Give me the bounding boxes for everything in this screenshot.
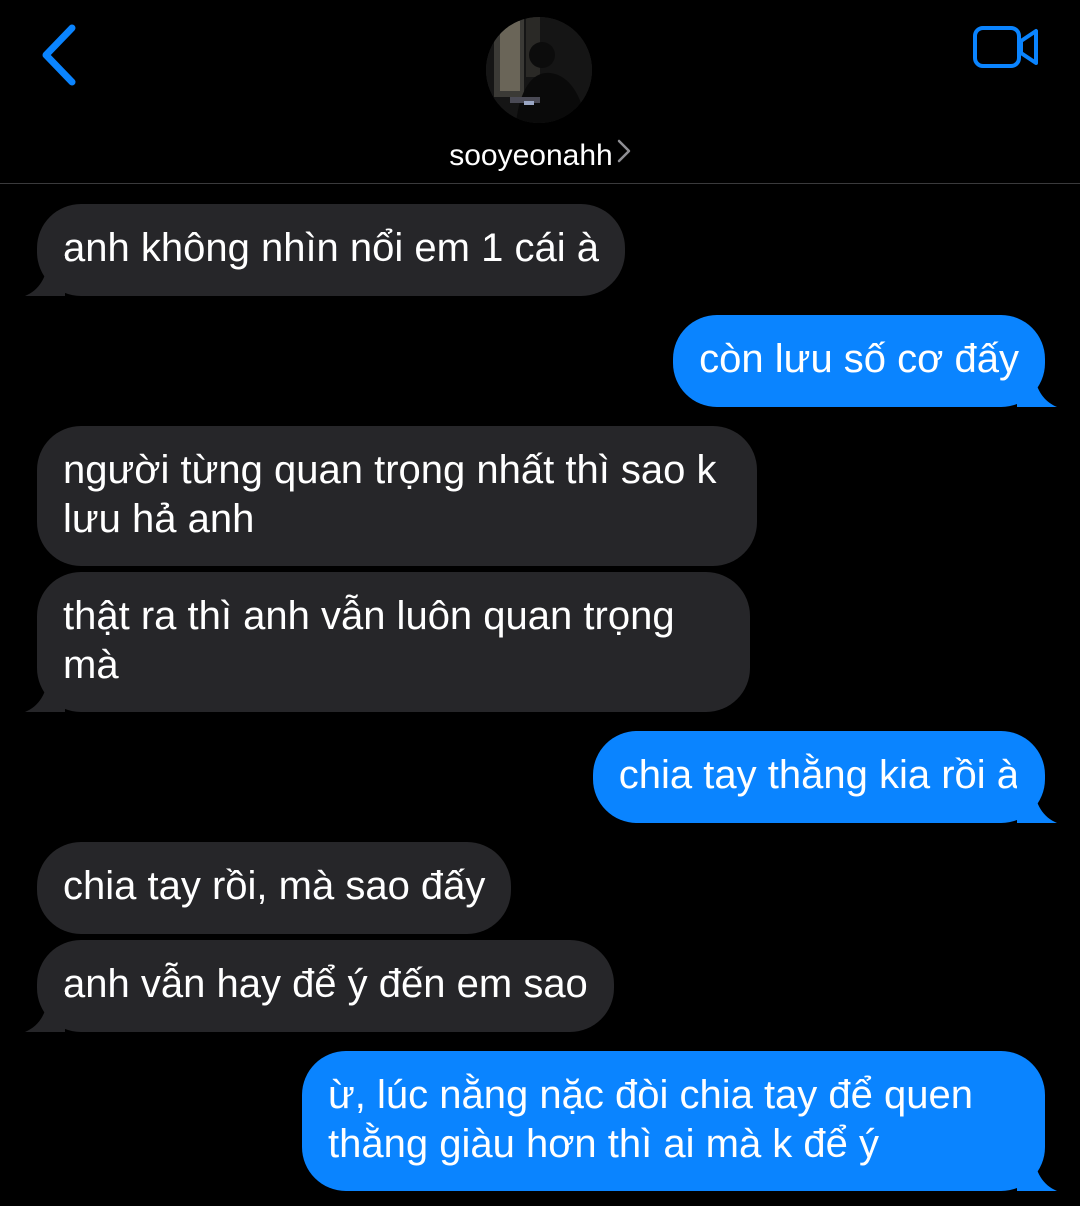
message-text: còn lưu số cơ đấy [699,337,1019,381]
chevron-right-icon [617,134,631,174]
bubble-tail [25,992,65,1032]
bubble-tail [1017,1151,1057,1191]
message-bubble-outgoing[interactable]: còn lưu số cơ đấy [673,315,1057,407]
bubble-tail [1017,367,1057,407]
bubble-tail [25,672,65,712]
message-text: thật ra thì anh vẫn luôn quan trọng mà [63,594,675,687]
message-text: chia tay thằng kia rồi à [618,753,1019,797]
video-call-button[interactable] [972,24,1040,70]
message-bubble-incoming[interactable]: thật ra thì anh vẫn luôn quan trọng mà [25,572,750,712]
message-text: chia tay rồi, mà sao đấy [63,864,486,908]
back-button[interactable] [36,22,86,88]
video-camera-icon [973,26,1038,68]
message-bubble-incoming[interactable]: anh không nhìn nổi em 1 cái à [25,204,625,296]
message-bubble-incoming[interactable]: người từng quan trọng nhất thì sao k lưu… [37,426,757,566]
message-bubble-outgoing[interactable]: chia tay thằng kia rồi à [592,731,1057,823]
conversation-header: sooyeonahh [0,0,1080,184]
message-bubble-outgoing[interactable]: ừ, lúc nằng nặc đòi chia tay để quen thằ… [302,1051,1057,1191]
chevron-left-icon [42,24,76,86]
bubble-tail [25,256,65,296]
contact-name: sooyeonahh [449,139,613,172]
message-text: ừ, lúc nằng nặc đòi chia tay để quen thằ… [328,1073,973,1166]
message-text: người từng quan trọng nhất thì sao k lưu… [63,448,717,541]
message-text: anh vẫn hay để ý đến em sao [63,962,588,1006]
bubble-tail [1017,783,1057,823]
message-bubble-incoming[interactable]: chia tay rồi, mà sao đấy [37,842,512,934]
contact-avatar[interactable] [486,17,592,123]
avatar-photo [486,17,592,123]
contact-name-button[interactable]: sooyeonahh [0,136,1080,176]
message-bubble-incoming[interactable]: anh vẫn hay để ý đến em sao [25,940,614,1032]
message-text: anh không nhìn nổi em 1 cái à [63,226,599,270]
